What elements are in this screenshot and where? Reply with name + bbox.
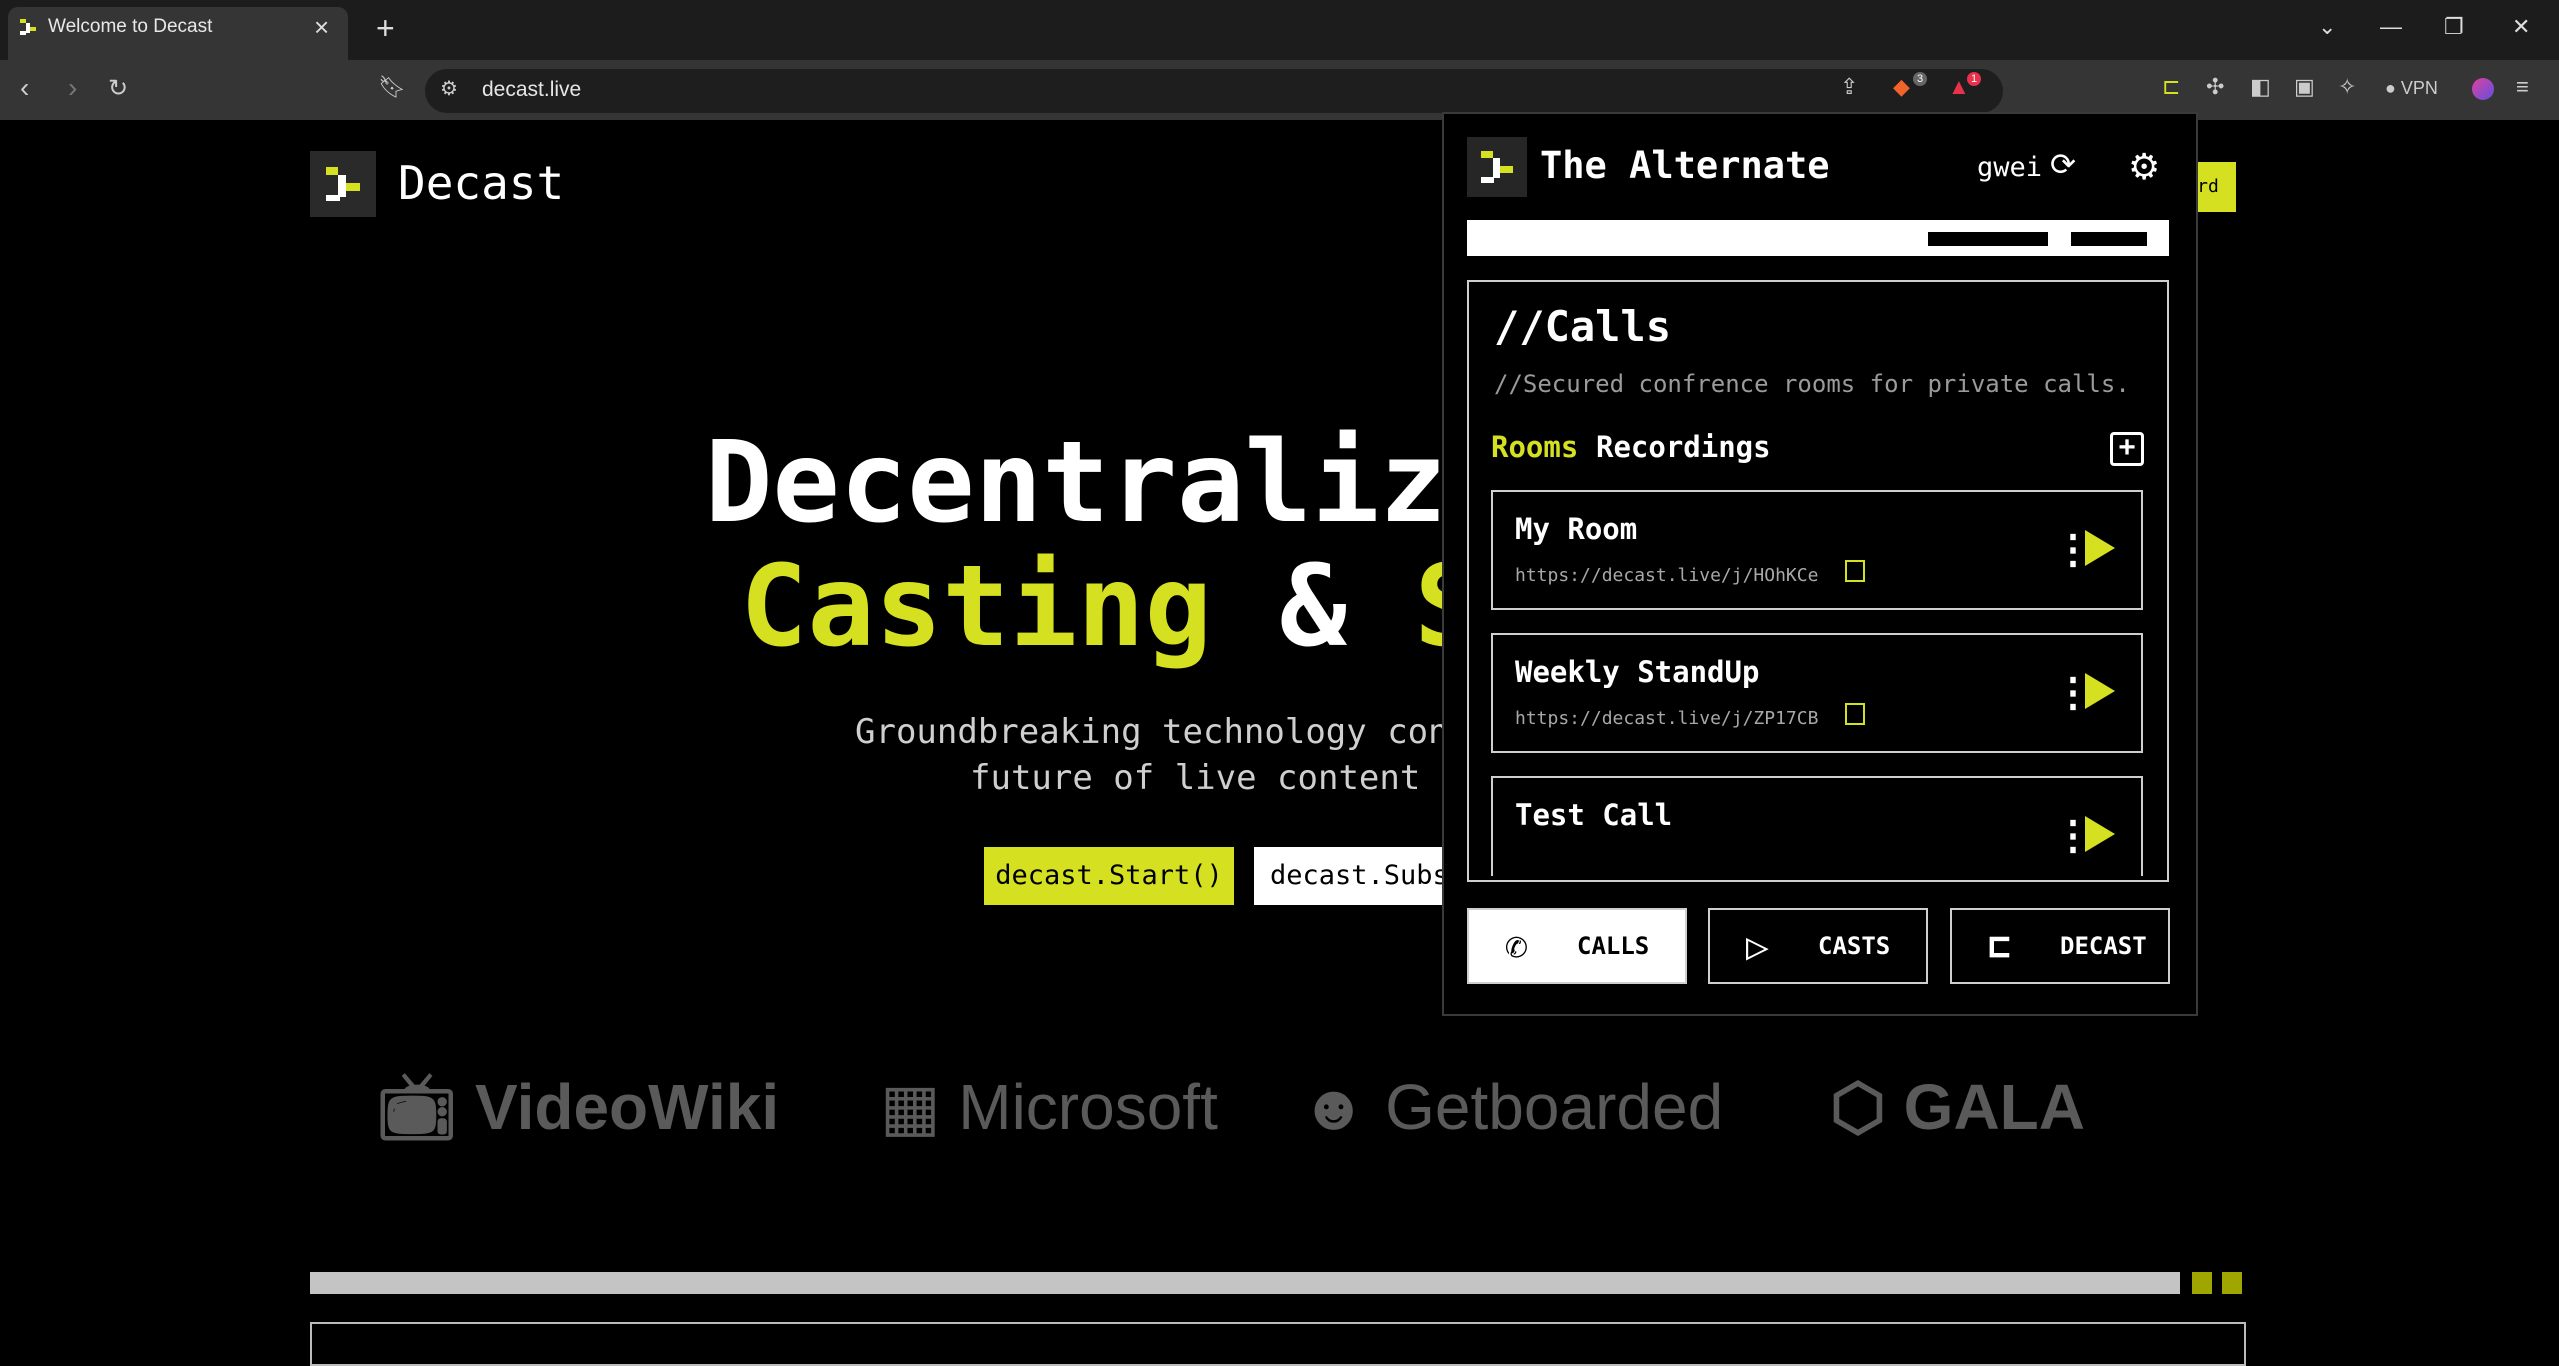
room-url: https://decast.live/j/HOhKCe bbox=[1515, 565, 1819, 586]
partner-logo-microsoft: ▦ Microsoft bbox=[880, 1070, 1218, 1145]
tv-icon: 📺︎ bbox=[376, 1071, 458, 1143]
windows-icon: ▦ bbox=[880, 1071, 941, 1143]
wallet-icon[interactable]: ▣ bbox=[2294, 74, 2315, 100]
shields-badge: 3 bbox=[1913, 72, 1928, 86]
leo-ai-icon[interactable]: ✧ bbox=[2338, 74, 2356, 100]
nav-calls-label: CALLS bbox=[1577, 932, 1650, 960]
status-block bbox=[2071, 232, 2147, 246]
add-icon[interactable]: + bbox=[2110, 432, 2144, 466]
getboarded-icon: ☻ bbox=[1300, 1071, 1368, 1143]
strip-square bbox=[2222, 1272, 2242, 1294]
play-icon[interactable] bbox=[2085, 816, 2115, 852]
hero-word-casting: Casting bbox=[740, 542, 1213, 672]
share-icon[interactable]: ⇪ bbox=[1840, 74, 1858, 100]
hero-ampersand: & bbox=[1279, 542, 1347, 672]
copy-icon[interactable] bbox=[1845, 560, 1865, 582]
cube-icon: ⬡ bbox=[1830, 1071, 1886, 1143]
strip-square bbox=[2192, 1272, 2212, 1294]
phone-icon: ✆ bbox=[1505, 924, 1528, 968]
tab-recordings[interactable]: Recordings bbox=[1596, 430, 1771, 464]
partner-name: Microsoft bbox=[958, 1071, 1218, 1143]
play-icon[interactable] bbox=[2085, 530, 2115, 566]
popup-title: The Alternate bbox=[1540, 144, 1830, 187]
room-name: My Room bbox=[1515, 512, 1638, 546]
hero-title-line2: Casting & S bbox=[740, 542, 1482, 672]
site-settings-icon[interactable]: ⚙ bbox=[440, 76, 458, 101]
hero-title-line1: Decentralize bbox=[705, 418, 1515, 548]
subscribe-button[interactable]: decast.Subs bbox=[1254, 847, 1470, 905]
decast-logo-icon[interactable] bbox=[310, 151, 376, 217]
reload-icon[interactable]: ↻ bbox=[108, 74, 128, 103]
favicon-icon bbox=[20, 19, 36, 35]
close-tab-icon[interactable]: × bbox=[314, 12, 329, 43]
room-url: https://decast.live/j/ZP17CB bbox=[1515, 708, 1819, 729]
restore-icon[interactable]: ❐ bbox=[2444, 14, 2464, 40]
vpn-button[interactable]: ● VPN bbox=[2385, 78, 2438, 99]
decast-logo-icon: ⊏ bbox=[1988, 924, 2011, 968]
bookmark-icon[interactable]: 🔖︎ bbox=[378, 74, 406, 100]
nav-calls-button[interactable]: ✆ CALLS bbox=[1467, 908, 1687, 984]
vpn-label: VPN bbox=[2400, 78, 2438, 98]
rewards-badge: 1 bbox=[1967, 72, 1982, 86]
url-text[interactable]: decast.live bbox=[482, 78, 581, 102]
decast-extension-icon[interactable]: ⊏ bbox=[2162, 74, 2180, 100]
calls-title: //Calls bbox=[1494, 302, 1672, 351]
refresh-icon[interactable]: ⟳ bbox=[2050, 147, 2076, 183]
forward-icon[interactable]: › bbox=[68, 72, 77, 104]
calls-subtitle: //Secured confrence rooms for private ca… bbox=[1494, 370, 2130, 398]
back-icon[interactable]: ‹ bbox=[20, 72, 29, 104]
tab-title: Welcome to Decast bbox=[48, 16, 213, 37]
hero-subtitle-line2: future of live content cr bbox=[970, 758, 1482, 798]
menu-icon[interactable]: ≡ bbox=[2516, 74, 2529, 100]
copy-icon[interactable] bbox=[1845, 703, 1865, 725]
decast-logo-glyph bbox=[326, 167, 360, 201]
room-card[interactable]: My Room https://decast.live/j/HOhKCe ⋮ bbox=[1491, 490, 2143, 610]
partner-logo-videowiki: 📺︎ VideoWiki bbox=[376, 1070, 779, 1145]
room-name: Weekly StandUp bbox=[1515, 655, 1760, 689]
broadcast-icon: ▷ bbox=[1746, 924, 1769, 968]
partner-name: Getboarded bbox=[1385, 1071, 1724, 1143]
partner-logo-getboarded: ☻ Getboarded bbox=[1300, 1070, 1723, 1144]
play-icon[interactable] bbox=[2085, 673, 2115, 709]
content-frame bbox=[310, 1322, 2246, 1366]
extensions-icon[interactable]: ✣ bbox=[2206, 74, 2224, 100]
nav-decast-button[interactable]: ⊏ DECAST bbox=[1950, 908, 2170, 984]
nav-casts-button[interactable]: ▷ CASTS bbox=[1708, 908, 1928, 984]
room-card[interactable]: Test Call ⋮ bbox=[1491, 776, 2143, 876]
partner-name: GALA bbox=[1903, 1071, 2085, 1143]
status-bar bbox=[1467, 220, 2169, 256]
status-block bbox=[1928, 232, 2048, 246]
address-bar[interactable] bbox=[425, 69, 2003, 113]
partner-logo-gala: ⬡ GALA bbox=[1830, 1070, 2085, 1145]
hero-subtitle-line1: Groundbreaking technology conve bbox=[855, 712, 1490, 752]
settings-icon[interactable]: ⚙ bbox=[2128, 146, 2160, 188]
tab-search-icon[interactable]: ⌄ bbox=[2318, 14, 2336, 40]
new-tab-icon[interactable]: + bbox=[376, 10, 395, 47]
gwei-label: gwei bbox=[1977, 152, 2043, 183]
close-window-icon[interactable]: ✕ bbox=[2512, 14, 2530, 40]
brave-shields-icon[interactable]: ◆ bbox=[1893, 74, 1910, 100]
nav-decast-label: DECAST bbox=[2060, 932, 2147, 960]
nav-casts-label: CASTS bbox=[1818, 932, 1891, 960]
partner-name: VideoWiki bbox=[475, 1071, 780, 1143]
start-button[interactable]: decast.Start() bbox=[984, 847, 1234, 905]
room-card[interactable]: Weekly StandUp https://decast.live/j/ZP1… bbox=[1491, 633, 2143, 753]
tab-rooms[interactable]: Rooms bbox=[1491, 430, 1578, 464]
sidebar-icon[interactable]: ◧ bbox=[2250, 74, 2271, 100]
minimize-icon[interactable]: — bbox=[2380, 14, 2402, 40]
room-card-clip: Test Call ⋮ bbox=[1491, 776, 2143, 876]
progress-strip bbox=[310, 1272, 2180, 1294]
decast-logo-icon bbox=[1467, 137, 1527, 197]
profile-avatar[interactable] bbox=[2472, 78, 2494, 100]
decast-logo-glyph bbox=[1481, 151, 1513, 183]
room-name: Test Call bbox=[1515, 798, 1673, 832]
logo-text[interactable]: Decast bbox=[398, 156, 564, 210]
